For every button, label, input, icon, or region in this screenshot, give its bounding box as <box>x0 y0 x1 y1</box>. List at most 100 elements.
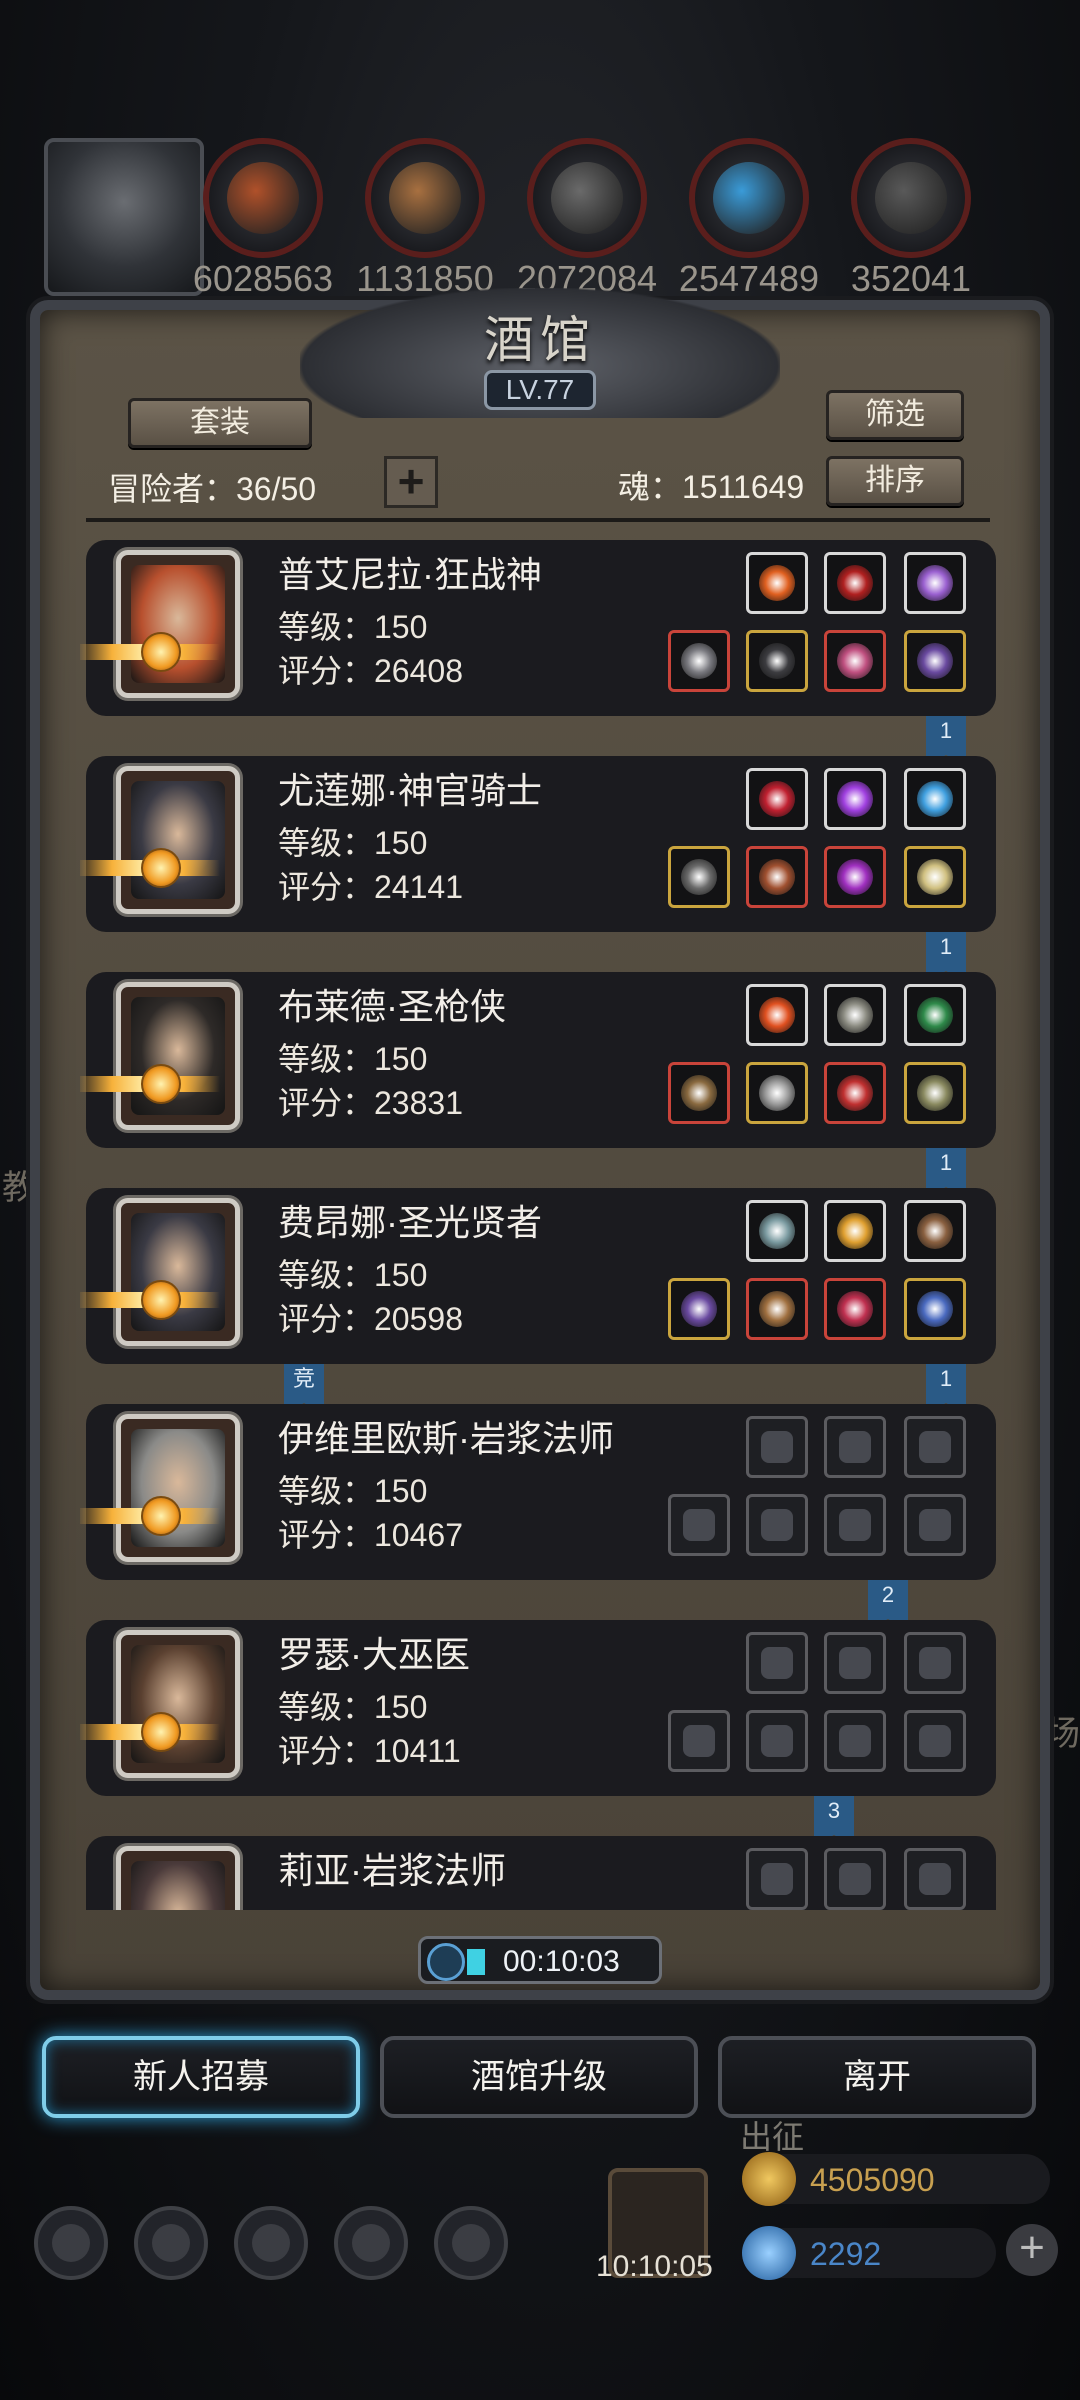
hero-portrait[interactable] <box>116 982 240 1130</box>
sort-button[interactable]: 排序 <box>826 456 964 506</box>
equipment-slot[interactable] <box>824 768 886 830</box>
wood-resource-icon <box>365 138 485 258</box>
settings-icon[interactable] <box>34 2206 108 2280</box>
rank-crest-icon <box>141 848 181 888</box>
hero-score: 评分：23831 <box>278 1085 463 1121</box>
adventurer-count: 冒险者：36/50 <box>108 471 317 507</box>
expedition-label: 出征 <box>740 2119 805 2155</box>
empty-equipment-slot[interactable] <box>904 1494 966 1556</box>
equipment-slot[interactable] <box>904 1200 966 1262</box>
equipment-slot[interactable] <box>824 1062 886 1124</box>
hero-score: 评分：10411 <box>278 1733 461 1769</box>
hero-list[interactable]: 普艾尼拉·狂战神 等级：150 评分：26408 1 尤莲娜·神官骑士 等级：150 评分：… <box>80 530 1000 1910</box>
equipment-slot[interactable] <box>824 552 886 614</box>
set-button[interactable]: 套装 <box>128 398 312 448</box>
steel-resource-icon <box>851 138 971 258</box>
rank-crest-icon <box>141 1712 181 1752</box>
hero-card[interactable]: 罗瑟·大巫医 等级：150 评分：10411 <box>80 1620 996 1796</box>
expand-slots-button[interactable]: + <box>384 456 438 508</box>
empty-equipment-slot[interactable] <box>904 1632 966 1694</box>
hero-card[interactable]: 普艾尼拉·狂战神 等级：150 评分：26408 <box>80 540 996 716</box>
hero-card[interactable]: 伊维里欧斯·岩浆法师 等级：150 评分：10467 <box>80 1404 996 1580</box>
empty-equipment-slot[interactable] <box>904 1848 966 1910</box>
hero-card[interactable]: 莉亚·岩浆法师 <box>86 1836 996 1910</box>
hero-name: 莉亚·岩浆法师 <box>278 1850 506 1891</box>
hero-card[interactable]: 布莱德·圣枪侠 等级：150 评分：23831 <box>80 972 996 1148</box>
empty-equipment-slot[interactable] <box>668 1494 730 1556</box>
equipment-slot[interactable] <box>746 1200 808 1262</box>
hero-level: 等级：150 <box>278 609 428 645</box>
filter-button[interactable]: 筛选 <box>826 390 964 440</box>
hero-portrait[interactable] <box>116 550 240 698</box>
hero-portrait[interactable] <box>116 766 240 914</box>
equipment-slot[interactable] <box>668 1062 730 1124</box>
hero-score: 评分：10467 <box>278 1517 463 1553</box>
hero-card[interactable]: 尤莲娜·神官骑士等级：150 评分：24141 <box>80 756 996 932</box>
empty-equipment-slot[interactable] <box>746 1632 808 1694</box>
equipment-slot[interactable] <box>824 1278 886 1340</box>
rank-crest-icon <box>141 1496 181 1536</box>
tavern-level-badge: LV.77 <box>484 370 596 410</box>
hero-portrait[interactable] <box>116 1414 240 1562</box>
header-divider <box>86 518 990 522</box>
hero-portrait[interactable] <box>116 1846 240 1910</box>
empty-equipment-slot[interactable] <box>824 1710 886 1772</box>
hero-portrait[interactable] <box>116 1630 240 1778</box>
gold-coin-icon <box>742 2152 796 2206</box>
hero-portrait[interactable] <box>116 1198 240 1346</box>
leave-button[interactable]: 离开 <box>718 2036 1036 2118</box>
equipment-slot[interactable] <box>904 552 966 614</box>
equipment-slot[interactable] <box>904 768 966 830</box>
hero-name: 普艾尼拉·狂战神 <box>278 554 542 595</box>
equipment-slot[interactable] <box>904 1278 966 1340</box>
empty-equipment-slot[interactable] <box>746 1494 808 1556</box>
gem-icon <box>742 2226 796 2280</box>
equipment-slot[interactable] <box>746 1062 808 1124</box>
equipment-slot[interactable] <box>746 552 808 614</box>
empty-equipment-slot[interactable] <box>746 1710 808 1772</box>
star-icon[interactable] <box>134 2206 208 2280</box>
hero-name: 尤莲娜·神官骑士 <box>278 770 542 811</box>
equipment-slot[interactable] <box>904 846 966 908</box>
achievement-icon[interactable] <box>434 2206 508 2280</box>
equipment-slot[interactable] <box>824 1200 886 1262</box>
empty-equipment-slot[interactable] <box>824 1494 886 1556</box>
gold-amount: 4505090 <box>810 2162 935 2198</box>
gem-amount: 2292 <box>810 2236 882 2272</box>
equipment-slot[interactable] <box>746 846 808 908</box>
recruit-button[interactable]: 新人招募 <box>42 2036 360 2118</box>
guild-icon[interactable] <box>234 2206 308 2280</box>
empty-equipment-slot[interactable] <box>746 1848 808 1910</box>
equipment-slot[interactable] <box>904 1062 966 1124</box>
add-currency-button[interactable]: + <box>1006 2224 1058 2276</box>
refresh-timer: 00:10:03 <box>418 1936 662 1984</box>
empty-equipment-slot[interactable] <box>824 1416 886 1478</box>
hero-level: 等级：150 <box>278 825 428 861</box>
empty-equipment-slot[interactable] <box>824 1632 886 1694</box>
resource-bar: 6028563 1131850 2072084 2547489 352041 <box>40 130 1060 300</box>
empty-equipment-slot[interactable] <box>746 1416 808 1478</box>
equipment-slot[interactable] <box>824 984 886 1046</box>
hero-score: 评分：24141 <box>278 869 463 905</box>
equipment-slot[interactable] <box>746 984 808 1046</box>
equipment-slot[interactable] <box>904 630 966 692</box>
empty-equipment-slot[interactable] <box>668 1710 730 1772</box>
empty-equipment-slot[interactable] <box>904 1416 966 1478</box>
equipment-slot[interactable] <box>746 1278 808 1340</box>
rank-crest-icon <box>141 1064 181 1104</box>
empty-equipment-slot[interactable] <box>904 1710 966 1772</box>
equipment-slot[interactable] <box>668 1278 730 1340</box>
hero-card[interactable]: 费昂娜·圣光贤者 等级：150 评分：20598 <box>80 1188 996 1364</box>
empty-equipment-slot[interactable] <box>824 1848 886 1910</box>
equipment-slot[interactable] <box>824 846 886 908</box>
equipment-slot[interactable] <box>746 768 808 830</box>
equipment-slot[interactable] <box>824 630 886 692</box>
crystal-resource-icon <box>689 138 809 258</box>
equipment-slot[interactable] <box>746 630 808 692</box>
equipment-slot[interactable] <box>668 846 730 908</box>
hero-name: 布莱德·圣枪侠 <box>278 986 506 1027</box>
upgrade-tavern-button[interactable]: 酒馆升级 <box>380 2036 698 2118</box>
mail-icon[interactable] <box>334 2206 408 2280</box>
equipment-slot[interactable] <box>668 630 730 692</box>
equipment-slot[interactable] <box>904 984 966 1046</box>
